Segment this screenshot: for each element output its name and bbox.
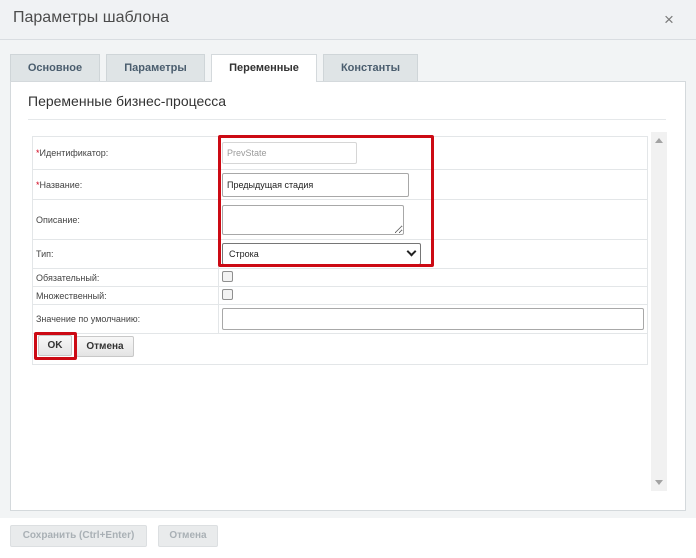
identifier-cell — [218, 136, 648, 170]
name-input[interactable] — [222, 172, 409, 197]
description-textarea[interactable] — [222, 204, 404, 235]
close-icon[interactable]: × — [664, 11, 674, 28]
tab-main[interactable]: Основное — [10, 54, 100, 81]
form-row-type: Тип: Строка — [32, 239, 648, 269]
identifier-label: *Идентификатор: — [32, 136, 219, 170]
arrow-up-icon[interactable] — [655, 138, 663, 143]
name-cell — [218, 169, 648, 200]
required-checkbox[interactable] — [222, 271, 233, 282]
tab-variables[interactable]: Переменные — [211, 54, 317, 82]
form-row-description: Описание: — [32, 199, 648, 240]
default-value-input[interactable] — [222, 308, 644, 330]
footer-cancel-button[interactable]: Отмена — [158, 525, 218, 547]
form-row-identifier: *Идентификатор: — [32, 136, 648, 170]
ok-button[interactable]: OK — [38, 335, 72, 356]
scrollbar[interactable] — [651, 132, 667, 491]
type-select[interactable]: Строка — [222, 243, 421, 265]
form-row-name: *Название: — [32, 169, 648, 200]
tab-constants[interactable]: Константы — [323, 54, 418, 81]
type-select-value: Строка — [229, 249, 259, 259]
variable-form: *Идентификатор: *Название: Описание: Тип… — [32, 136, 648, 365]
multiple-cell — [218, 286, 648, 305]
form-row-required: Обязательный: — [32, 268, 648, 287]
type-label: Тип: — [32, 239, 219, 269]
cancel-button[interactable]: Отмена — [76, 336, 134, 357]
arrow-down-icon[interactable] — [655, 480, 663, 485]
dialog-title: Параметры шаблона — [13, 9, 170, 26]
multiple-checkbox[interactable] — [222, 289, 233, 300]
form-row-multiple: Множественный: — [32, 286, 648, 305]
type-cell: Строка — [218, 239, 648, 269]
default-value-cell — [218, 304, 648, 334]
form-row-default: Значение по умолчанию: — [32, 304, 648, 334]
save-button[interactable]: Сохранить (Ctrl+Enter) — [10, 525, 147, 547]
required-cell — [218, 268, 648, 287]
name-label: *Название: — [32, 169, 219, 200]
multiple-label: Множественный: — [32, 286, 219, 305]
description-cell — [218, 199, 648, 240]
chevron-down-icon — [406, 246, 417, 257]
description-label: Описание: — [32, 199, 219, 240]
required-label: Обязательный: — [32, 268, 219, 287]
section-divider — [28, 119, 666, 120]
default-value-label: Значение по умолчанию: — [32, 304, 219, 334]
section-title: Переменные бизнес-процесса — [28, 93, 227, 109]
identifier-input[interactable] — [222, 142, 357, 164]
dialog-titlebar: Параметры шаблона × — [0, 0, 696, 40]
tab-parameters[interactable]: Параметры — [106, 54, 205, 81]
